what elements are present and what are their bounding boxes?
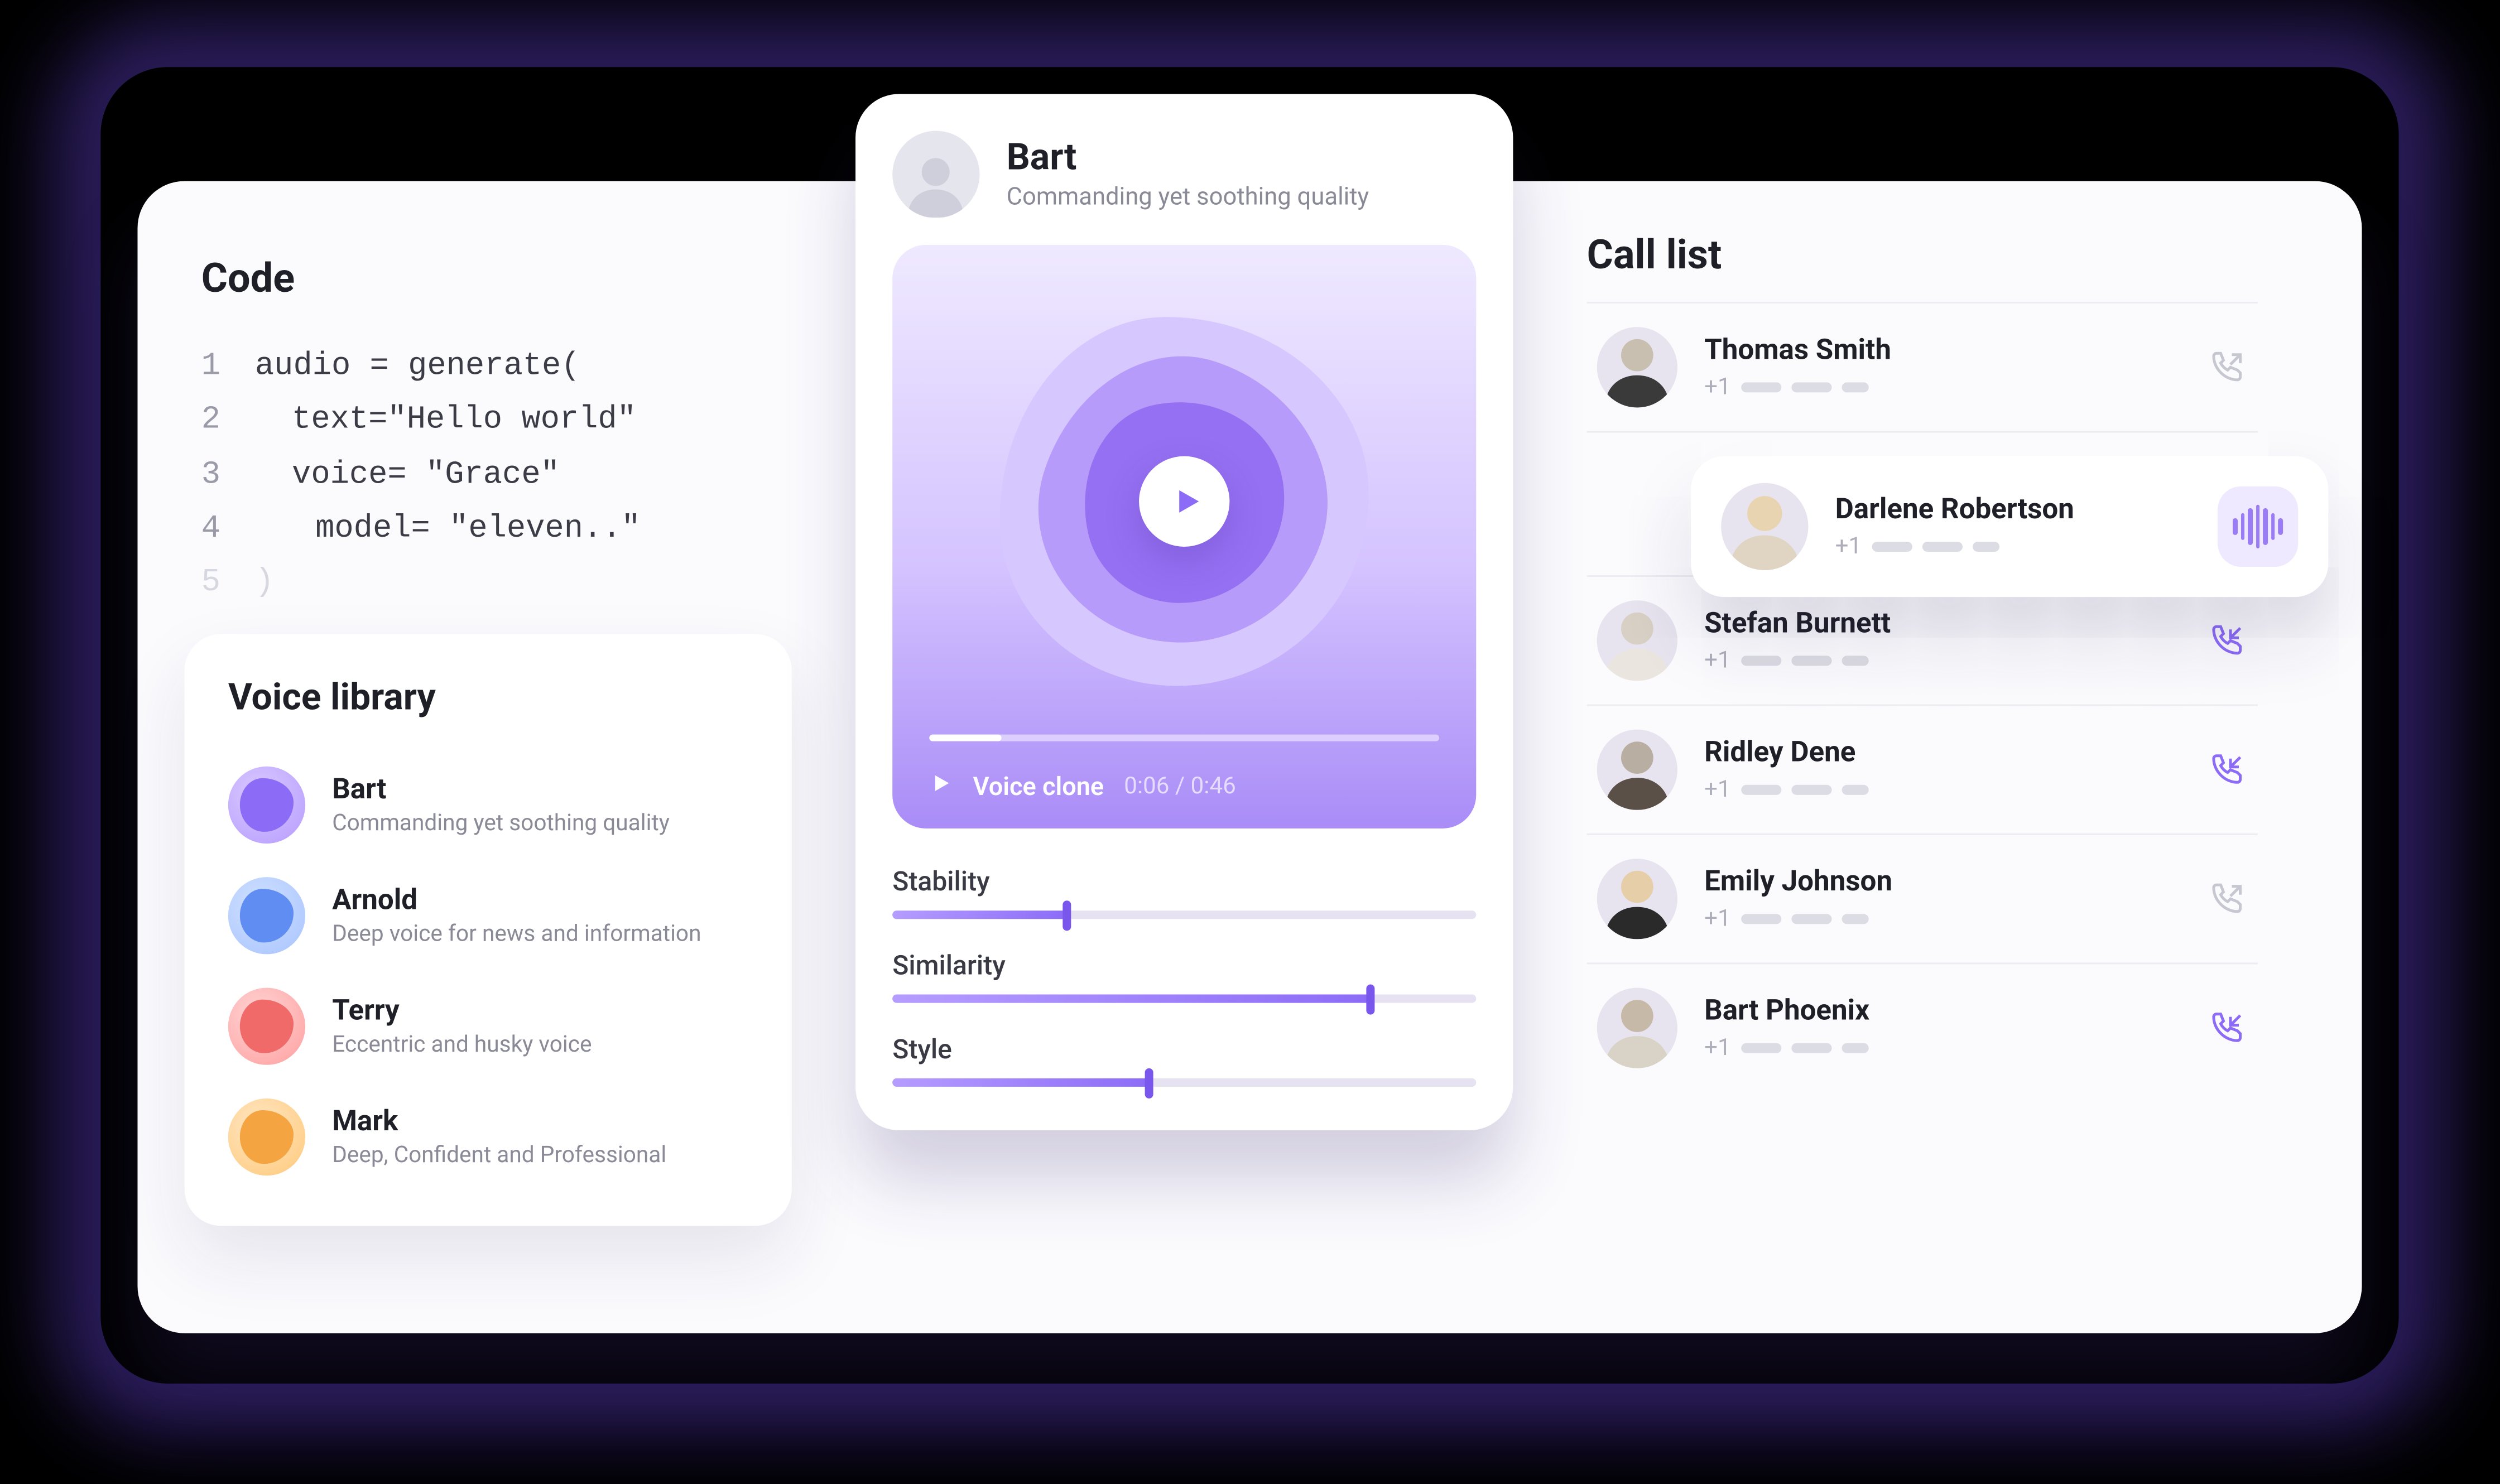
call-row-active[interactable]: Darlene Robertson +1 <box>1691 456 2328 598</box>
voice-desc: Eccentric and husky voice <box>332 1032 592 1058</box>
code-title: Code <box>201 255 839 302</box>
voice-desc: Deep, Confident and Professional <box>332 1142 666 1169</box>
player-voice-name: Bart <box>1007 137 1369 179</box>
voice-library-title: Voice library <box>228 677 748 719</box>
avatar <box>1597 600 1677 681</box>
phone-prefix: +1 <box>1835 533 1862 560</box>
line-number: 1 <box>201 339 225 393</box>
slider-style: Style <box>892 1033 1476 1087</box>
call-incoming-icon <box>2208 620 2248 661</box>
slider-track[interactable] <box>892 1078 1476 1087</box>
avatar <box>1597 988 1677 1068</box>
line-number: 3 <box>201 447 225 501</box>
voice-desc: Deep voice for news and information <box>332 921 701 947</box>
audio-wave-icon <box>2218 486 2298 567</box>
avatar <box>1597 859 1677 939</box>
code-text: text="Hello world" <box>255 393 636 447</box>
call-incoming-icon <box>2208 750 2248 790</box>
slider-label: Stability <box>892 865 1476 897</box>
avatar <box>1721 483 1808 570</box>
progress-bar[interactable] <box>929 735 1439 741</box>
phone-prefix: +1 <box>1704 374 1731 401</box>
voice-blob-icon <box>228 767 305 844</box>
call-name: Stefan Burnett <box>1704 607 2181 640</box>
voice-blob-icon <box>228 988 305 1065</box>
line-number: 4 <box>201 501 225 555</box>
voice-blob-icon <box>228 1098 305 1175</box>
call-list-panel: Call list Thomas Smith +1 Stefan Burnett… <box>1587 232 2258 1092</box>
call-row[interactable]: Thomas Smith +1 <box>1587 302 2258 431</box>
audio-visualizer: Voice clone 0:06 / 0:46 <box>892 245 1476 828</box>
line-number: 5 <box>201 556 225 610</box>
voice-name: Mark <box>332 1105 666 1139</box>
voice-item-arnold[interactable]: Arnold Deep voice for news and informati… <box>228 860 748 971</box>
voice-player-card: Bart Commanding yet soothing quality Voi… <box>855 94 1513 1130</box>
code-text: audio = generate( <box>255 339 580 393</box>
code-panel: Code 1 audio = generate( 2 text="Hello wor… <box>201 255 839 610</box>
code-text: model= "eleven.." <box>255 501 641 555</box>
call-incoming-icon <box>2208 1008 2248 1048</box>
call-name: Darlene Robertson <box>1835 493 2191 527</box>
avatar <box>1597 327 1677 407</box>
clip-label: Voice clone <box>973 772 1104 802</box>
play-button[interactable] <box>1139 456 1229 547</box>
voice-item-terry[interactable]: Terry Eccentric and husky voice <box>228 971 748 1081</box>
call-name: Thomas Smith <box>1704 334 2181 367</box>
voice-item-mark[interactable]: Mark Deep, Confident and Professional <box>228 1082 748 1192</box>
avatar <box>1597 730 1677 810</box>
phone-prefix: +1 <box>1704 777 1731 803</box>
avatar <box>892 131 979 218</box>
play-icon[interactable] <box>929 772 953 802</box>
phone-prefix: +1 <box>1704 905 1731 932</box>
call-row[interactable]: Emily Johnson +1 <box>1587 833 2258 962</box>
call-outgoing-icon <box>2208 347 2248 387</box>
phone-prefix: +1 <box>1704 1035 1731 1062</box>
slider-track[interactable] <box>892 995 1476 1003</box>
voice-blob-icon <box>228 877 305 954</box>
slider-similarity: Similarity <box>892 949 1476 1003</box>
clip-time: 0:06 / 0:46 <box>1124 773 1236 800</box>
voice-library-card: Voice library Bart Commanding yet soothi… <box>185 634 792 1226</box>
call-row[interactable]: Bart Phoenix +1 <box>1587 962 2258 1091</box>
phone-prefix: +1 <box>1704 647 1731 674</box>
voice-desc: Commanding yet soothing quality <box>332 810 670 837</box>
code-text: ) <box>255 556 274 610</box>
player-voice-subtitle: Commanding yet soothing quality <box>1007 183 1369 211</box>
call-outgoing-icon <box>2208 879 2248 919</box>
slider-label: Style <box>892 1033 1476 1065</box>
call-row[interactable]: Ridley Dene +1 <box>1587 705 2258 833</box>
voice-name: Terry <box>332 995 592 1028</box>
call-name: Ridley Dene <box>1704 736 2181 770</box>
call-name: Emily Johnson <box>1704 865 2181 899</box>
call-list-title: Call list <box>1587 232 2258 278</box>
call-name: Bart Phoenix <box>1704 995 2181 1028</box>
slider-label: Similarity <box>892 949 1476 981</box>
code-text: voice= "Grace" <box>255 447 560 501</box>
voice-name: Bart <box>332 773 670 807</box>
slider-stability: Stability <box>892 865 1476 919</box>
voice-item-bart[interactable]: Bart Commanding yet soothing quality <box>228 750 748 860</box>
line-number: 2 <box>201 393 225 447</box>
slider-track[interactable] <box>892 910 1476 919</box>
voice-name: Arnold <box>332 884 701 917</box>
